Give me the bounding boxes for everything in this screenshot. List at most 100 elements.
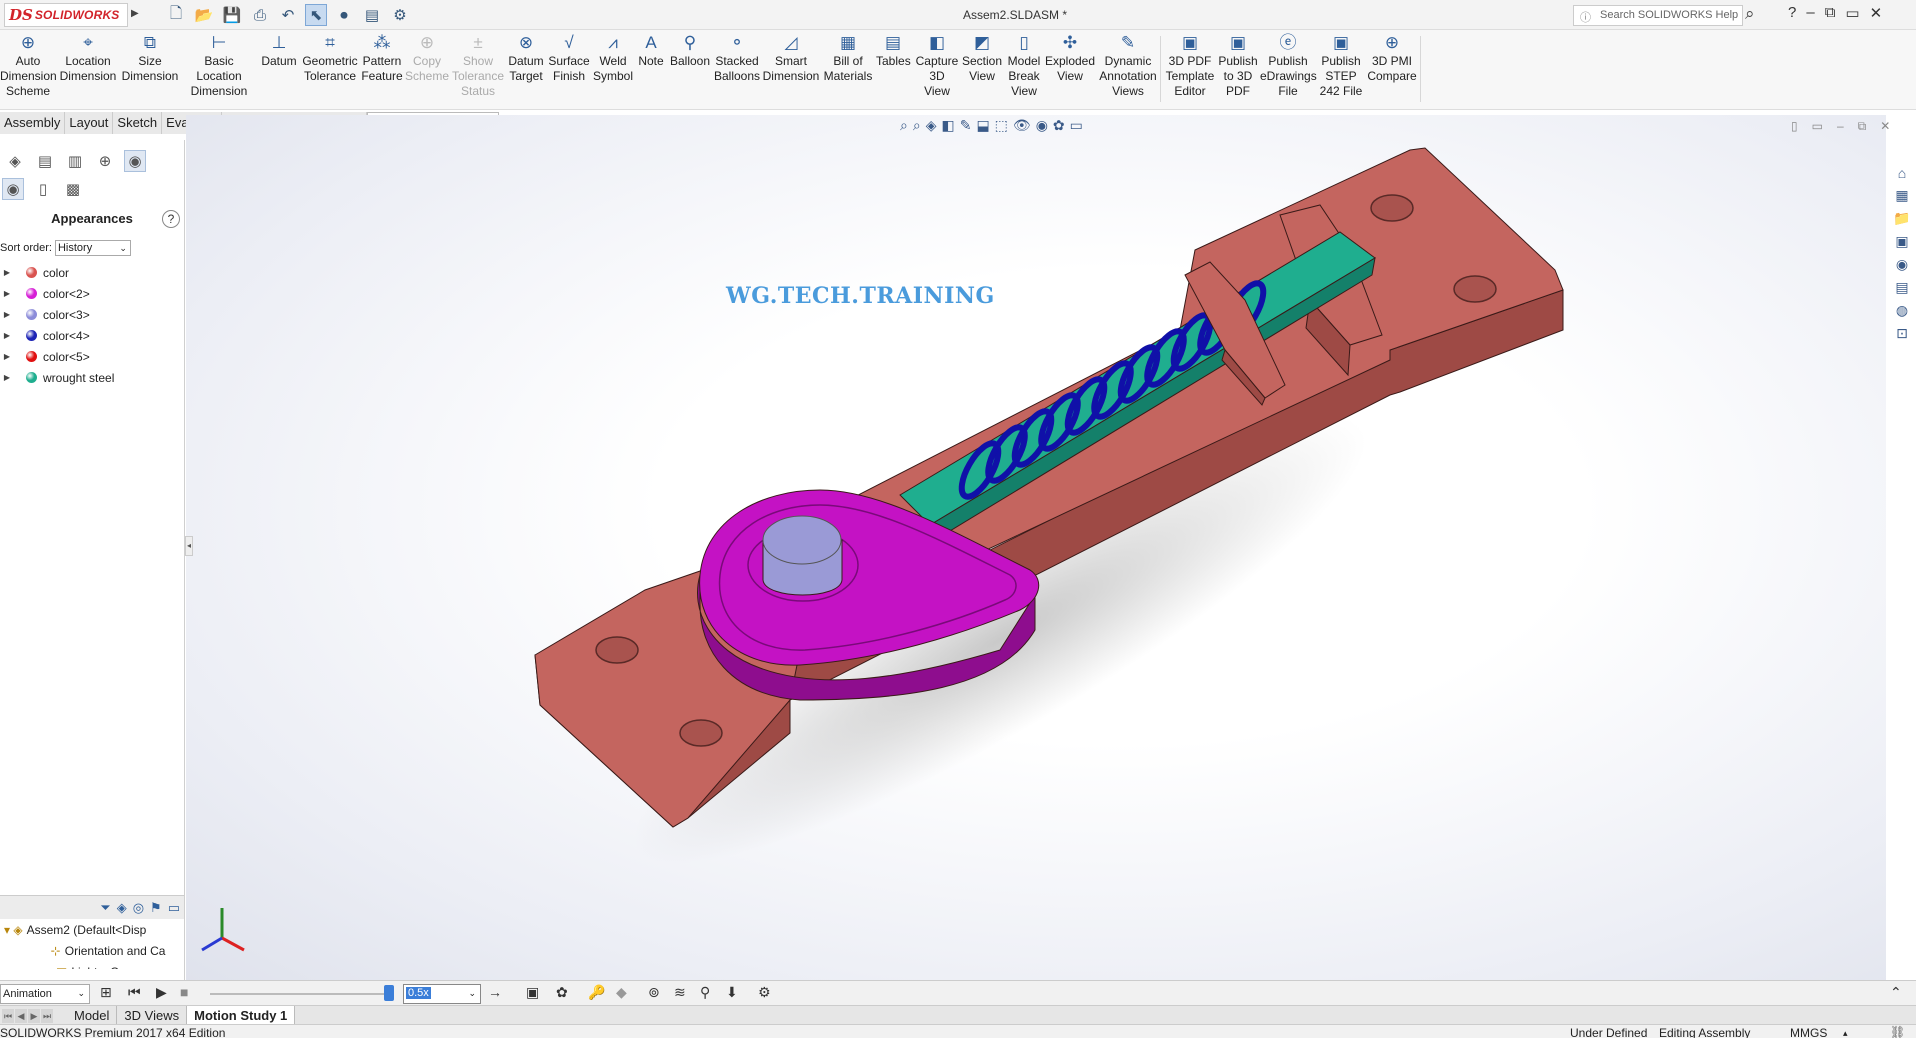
design-library-icon[interactable]: 📁 xyxy=(1893,210,1910,227)
time-slider-track[interactable] xyxy=(210,993,390,995)
view-orientation-icon[interactable]: ⬓ xyxy=(976,117,989,134)
zoom-to-fit-icon[interactable]: ⌕ xyxy=(900,117,908,134)
geometric-tolerance-button[interactable]: ⌗ Geometric Tolerance xyxy=(301,32,359,84)
datum-target-button[interactable]: ⊗ Datum Target xyxy=(506,32,546,84)
expand-icon[interactable]: ▶ xyxy=(0,310,14,319)
scene-icon[interactable]: ▩ xyxy=(62,178,84,200)
options-gear-icon[interactable]: ⚙ xyxy=(389,4,411,26)
expand-icon[interactable]: ▶ xyxy=(0,289,14,298)
tree-item[interactable]: ⊹ Orientation and Ca xyxy=(0,940,184,961)
expand-panel-icon[interactable]: ▭ xyxy=(168,900,180,916)
calculate-icon[interactable]: ⊞ xyxy=(100,984,112,1001)
list-item[interactable]: ▶ wrought steel xyxy=(0,367,184,388)
model-break-view-button[interactable]: ▯ Model Break View xyxy=(1004,32,1044,99)
first-tab-icon[interactable]: ⏮ xyxy=(2,1008,14,1023)
auto-dimension-scheme-button[interactable]: ⊕ Auto Dimension Scheme xyxy=(0,32,57,99)
custom-properties-icon[interactable]: ▤ xyxy=(1895,279,1908,296)
tile-icon[interactable]: ⧉ xyxy=(1825,4,1836,22)
tab-motion-study-1[interactable]: Motion Study 1 xyxy=(187,1006,296,1025)
graphics-area[interactable]: WG.TECH.TRAINING xyxy=(186,115,1886,985)
smart-dimension-button[interactable]: ◿ Smart Dimension xyxy=(762,32,820,84)
feature-manager-icon[interactable]: ◈ xyxy=(4,150,26,172)
copy-scheme-button[interactable]: ⊕ Copy Scheme xyxy=(405,32,449,84)
undo-icon[interactable]: ↶ xyxy=(277,4,299,26)
section-view-button[interactable]: ◩ Section View xyxy=(960,32,1004,84)
tab-assembly[interactable]: Assembly xyxy=(0,112,66,134)
tree-item[interactable]: ▾ ◈ Assem2 (Default<Disp xyxy=(0,919,184,940)
open-document-icon[interactable]: 📂 xyxy=(193,4,215,26)
section-view-icon[interactable]: ◧ xyxy=(941,117,954,134)
expand-icon[interactable]: ▶ xyxy=(0,331,14,340)
exploded-view-button[interactable]: ✣ Exploded View xyxy=(1044,32,1096,84)
dimxpert-manager-icon[interactable]: ⊕ xyxy=(94,150,116,172)
play-from-start-icon[interactable]: ⏮ xyxy=(128,984,141,1001)
maximize-icon[interactable]: ▭ xyxy=(1845,4,1859,22)
playback-mode-icon[interactable]: → xyxy=(488,984,502,1000)
pin-top[interactable] xyxy=(762,515,842,565)
assembly-model[interactable] xyxy=(186,115,1886,985)
show-components-icon[interactable]: ◎ xyxy=(133,900,144,916)
basic-location-dimension-button[interactable]: ⊢ Basic Location Dimension xyxy=(182,32,256,99)
select-pointer-icon[interactable]: ⬉ xyxy=(305,4,327,26)
edit-appearance-icon[interactable]: ◉ xyxy=(1036,117,1048,134)
surface-finish-button[interactable]: √ Surface Finish xyxy=(547,32,591,84)
last-tab-icon[interactable]: ⏭ xyxy=(41,1008,53,1023)
tab-layout[interactable]: Layout xyxy=(65,112,114,134)
new-document-icon[interactable]: 🗋 xyxy=(165,4,187,26)
next-tab-icon[interactable]: ▶ xyxy=(28,1008,40,1023)
forum-icon[interactable]: ⊡ xyxy=(1896,325,1908,342)
study-type-select[interactable]: Animation ⌄ xyxy=(0,984,90,1004)
help-icon[interactable]: ? xyxy=(1788,4,1796,22)
appearances-icon[interactable]: ◉ xyxy=(2,178,24,200)
autokey-icon[interactable]: 🔑 xyxy=(588,984,605,1001)
viewport-split-icon[interactable]: ▯ xyxy=(1791,119,1798,134)
home-icon[interactable]: ⌂ xyxy=(1898,165,1906,181)
tab-3d-views[interactable]: 3D Views xyxy=(117,1006,188,1025)
publish-to-3d-pdf-button[interactable]: ▣ Publish to 3D PDF xyxy=(1216,32,1260,99)
viewport-close-icon[interactable]: ✕ xyxy=(1880,119,1890,134)
save-animation-icon[interactable]: ▣ xyxy=(526,984,539,1001)
appearances-scenes-icon[interactable]: ◉ xyxy=(1896,256,1908,273)
animation-wizard-icon[interactable]: ✿ xyxy=(556,984,568,1001)
prev-tab-icon[interactable]: ◀ xyxy=(15,1008,27,1023)
gravity-icon[interactable]: ⬇ xyxy=(726,984,738,1001)
tree-item[interactable]: ▸ ▣Lights, Cameras an xyxy=(0,961,184,970)
location-dimension-button[interactable]: ⌖ Location Dimension xyxy=(58,32,118,84)
apply-scene-icon[interactable]: ✿ xyxy=(1053,117,1065,134)
community-icon[interactable]: ◍ xyxy=(1896,302,1908,319)
publish-step-242-button[interactable]: ▣ Publish STEP 242 File xyxy=(1316,32,1366,99)
solidworks-logo[interactable]: DS SOLIDWORKS xyxy=(4,3,128,27)
stop-icon[interactable]: ■ xyxy=(180,984,188,1000)
viewport-minimize-icon[interactable]: – xyxy=(1837,119,1844,134)
motion-study-properties-icon[interactable]: ⚙ xyxy=(758,984,771,1001)
save-icon[interactable]: 💾 xyxy=(221,4,243,26)
pattern-feature-button[interactable]: ⁂ Pattern Feature xyxy=(360,32,404,84)
datum-button[interactable]: ⊥ Datum xyxy=(258,32,300,69)
add-key-icon[interactable]: ◆ xyxy=(616,984,627,1001)
print-icon[interactable]: ⎙ xyxy=(249,4,271,26)
motor-icon[interactable]: ⊚ xyxy=(648,984,660,1001)
view-settings-icon[interactable]: ▭ xyxy=(1070,117,1083,134)
menu-expand-icon[interactable]: ▶ xyxy=(131,8,139,19)
3d-pdf-template-editor-button[interactable]: ▣ 3D PDF Template Editor xyxy=(1164,32,1216,99)
close-icon[interactable]: ✕ xyxy=(1870,4,1883,22)
list-item[interactable]: ▶ color xyxy=(0,262,184,283)
play-icon[interactable]: ▶ xyxy=(156,984,167,1001)
file-properties-icon[interactable]: ▤ xyxy=(361,4,383,26)
panel-collapse-handle[interactable]: ◂ xyxy=(185,536,193,556)
units-chevron-icon[interactable]: ▴ xyxy=(1843,1026,1848,1038)
list-item[interactable]: ▶ color<5> xyxy=(0,346,184,367)
property-manager-icon[interactable]: ▤ xyxy=(34,150,56,172)
tab-sketch[interactable]: Sketch xyxy=(113,112,163,134)
rebuild-icon[interactable]: ⏺ xyxy=(333,4,355,26)
dynamic-annotation-views-button[interactable]: ✎ Dynamic Annotation Views xyxy=(1098,32,1158,99)
balloon-button[interactable]: ⚲ Balloon xyxy=(668,32,712,69)
size-dimension-button[interactable]: ⧉ Size Dimension xyxy=(120,32,180,84)
collapse-motion-manager-icon[interactable]: ⌃ xyxy=(1890,984,1902,1001)
list-item[interactable]: ▶ color<2> xyxy=(0,283,184,304)
units-selector[interactable]: MMGS xyxy=(1790,1026,1827,1038)
expand-icon[interactable]: ▶ xyxy=(0,352,14,361)
playback-speed-select[interactable]: 0.5x ⌄ xyxy=(403,984,481,1004)
configuration-manager-icon[interactable]: ▥ xyxy=(64,150,86,172)
weld-symbol-button[interactable]: ⩘ Weld Symbol xyxy=(592,32,634,84)
